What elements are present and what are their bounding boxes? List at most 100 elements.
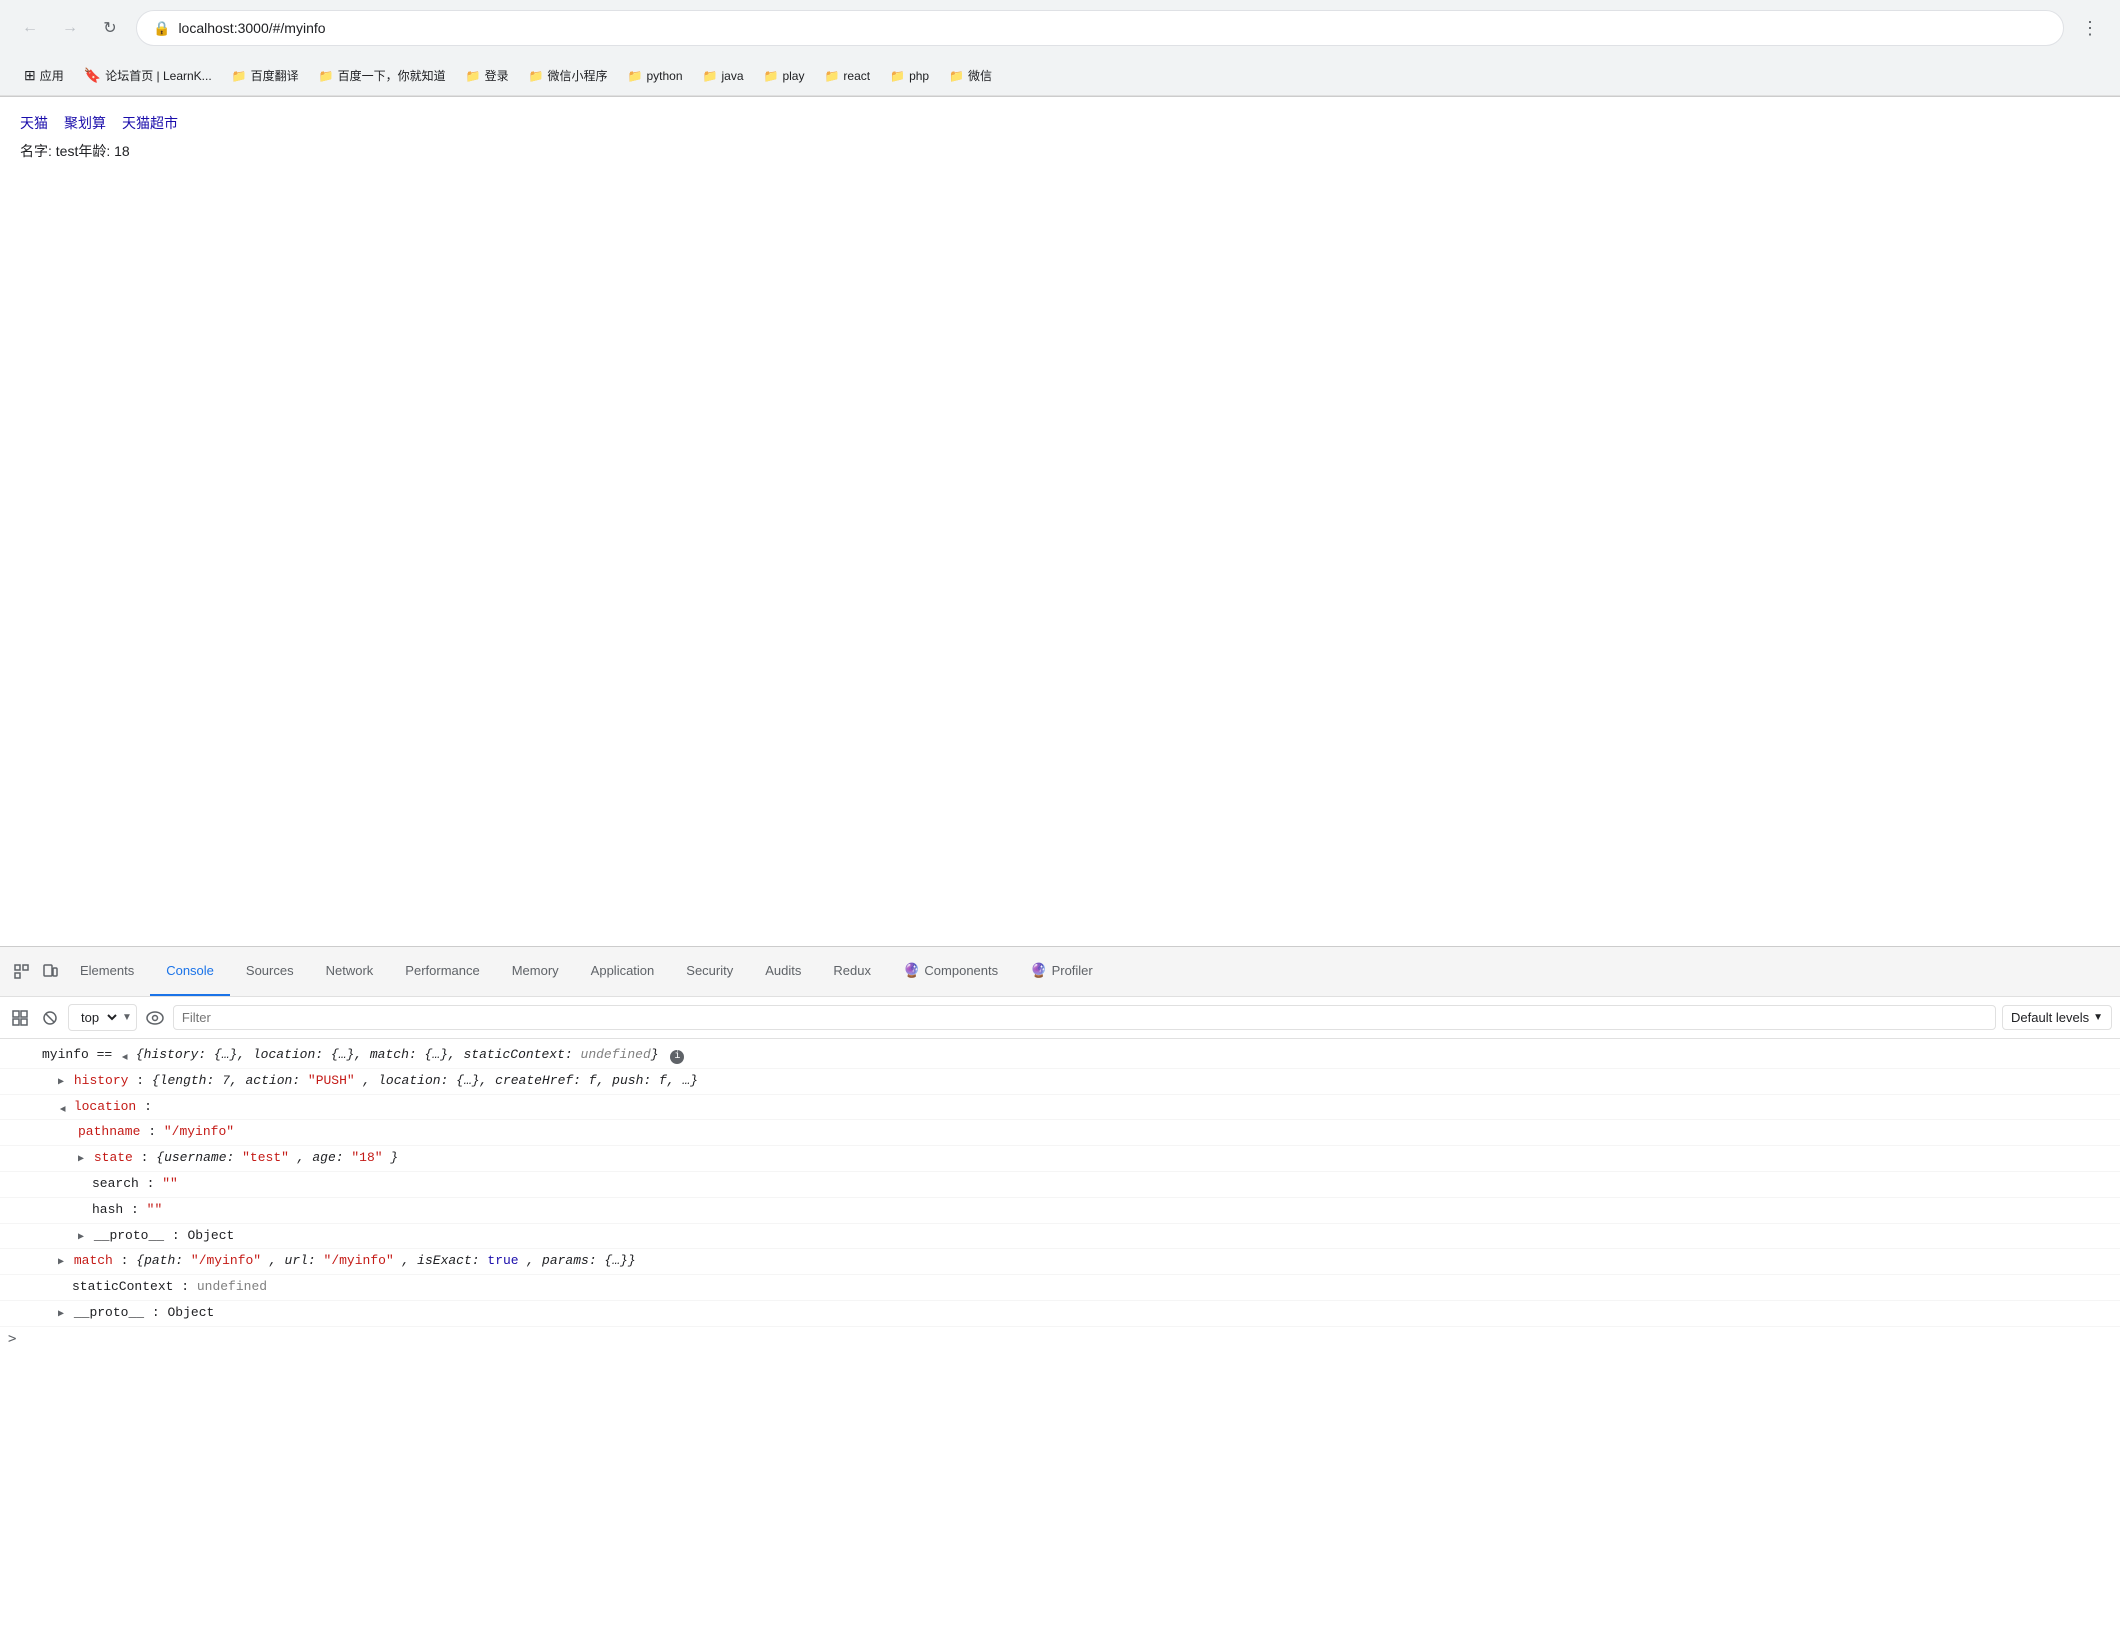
- menu-button[interactable]: ⋮: [2072, 10, 2108, 46]
- console-line-state: ▶ state : {username: "test" , age: "18" …: [0, 1146, 2120, 1172]
- bookmark-translate[interactable]: 📁 百度翻译: [224, 64, 307, 87]
- static-colon: :: [181, 1279, 197, 1294]
- tab-redux[interactable]: Redux: [817, 947, 887, 996]
- triangle-state[interactable]: ▶: [78, 1152, 84, 1168]
- devtools-device-icon[interactable]: [36, 958, 64, 986]
- pathname-key: pathname: [78, 1124, 140, 1139]
- bookmark-php[interactable]: 📁 php: [882, 66, 937, 86]
- reload-button[interactable]: ↻: [92, 10, 128, 46]
- bookmark-java[interactable]: 📁 java: [695, 66, 752, 86]
- context-selector[interactable]: top ▼: [68, 1004, 137, 1031]
- triangle-myinfo[interactable]: ▼: [115, 1054, 131, 1060]
- tab-audits[interactable]: Audits: [749, 947, 817, 996]
- filter-input[interactable]: [173, 1005, 1996, 1030]
- tab-sources[interactable]: Sources: [230, 947, 310, 996]
- triangle-location[interactable]: ▼: [53, 1106, 69, 1112]
- bookmark-wechat[interactable]: 📁 微信: [941, 64, 1000, 87]
- devtools-select-icon[interactable]: [8, 958, 36, 986]
- tab-application-label: Application: [591, 963, 655, 978]
- bookmark-play-label: play: [782, 69, 804, 83]
- folder-icon-react: 📁: [824, 69, 839, 83]
- bookmark-baidu[interactable]: 📁 百度一下，你就知道: [311, 64, 454, 87]
- eye-button[interactable]: [143, 1006, 167, 1030]
- context-select-input[interactable]: top: [73, 1007, 120, 1028]
- url-input[interactable]: [178, 20, 2047, 36]
- tab-application[interactable]: Application: [575, 947, 671, 996]
- triangle-match[interactable]: ▶: [58, 1255, 64, 1271]
- state-username-val: "test": [242, 1150, 289, 1165]
- execute-button[interactable]: [8, 1006, 32, 1030]
- forum-icon: 🔖: [84, 67, 101, 84]
- tab-security[interactable]: Security: [670, 947, 749, 996]
- tab-profiler[interactable]: 🔮 Profiler: [1014, 947, 1109, 996]
- nav-buttons: ← → ↻: [12, 10, 128, 46]
- bookmark-wechat-label: 微信: [968, 67, 992, 84]
- bookmark-react[interactable]: 📁 react: [816, 66, 878, 86]
- forward-button[interactable]: →: [52, 10, 88, 46]
- static-key: staticContext: [58, 1279, 173, 1294]
- components-icon: 🔮: [903, 962, 920, 979]
- lock-icon: 🔒: [153, 20, 170, 37]
- state-colon: :: [141, 1150, 157, 1165]
- match-key: match: [74, 1253, 113, 1268]
- bookmark-forum[interactable]: 🔖 论坛首页 | LearnK...: [76, 64, 220, 87]
- tab-network[interactable]: Network: [310, 947, 390, 996]
- console-input[interactable]: [24, 1331, 2112, 1346]
- tab-elements[interactable]: Elements: [64, 947, 150, 996]
- bookmark-apps[interactable]: ⊞ 应用: [16, 64, 72, 87]
- link-tianmao[interactable]: 天猫: [20, 113, 48, 133]
- bookmark-play[interactable]: 📁 play: [756, 66, 813, 86]
- console-line-pathname: pathname : "/myinfo": [0, 1120, 2120, 1146]
- tab-audits-label: Audits: [765, 963, 801, 978]
- bookmark-python-label: python: [647, 69, 683, 83]
- triangle-history[interactable]: ▶: [58, 1075, 64, 1091]
- devtools-tabs: Elements Console Sources Network Perform…: [0, 947, 2120, 997]
- console-line-static: staticContext : undefined: [0, 1275, 2120, 1301]
- hash-value: "": [147, 1202, 163, 1217]
- console-content-hash: hash : "": [78, 1200, 2112, 1221]
- apps-label: 应用: [40, 67, 64, 84]
- tab-components[interactable]: 🔮 Components: [887, 947, 1014, 996]
- state-value: {username:: [156, 1150, 242, 1165]
- console-content-match: ▶ match : {path: "/myinfo" , url: "/myin…: [58, 1251, 2112, 1272]
- proto1-colon: :: [172, 1228, 188, 1243]
- tab-performance[interactable]: Performance: [389, 947, 495, 996]
- match-value: {path:: [136, 1253, 191, 1268]
- tab-network-label: Network: [326, 963, 374, 978]
- levels-select[interactable]: Default levels ▼: [2002, 1005, 2112, 1030]
- info-icon[interactable]: i: [670, 1050, 684, 1064]
- triangle-proto1[interactable]: ▶: [78, 1230, 84, 1246]
- triangle-proto2[interactable]: ▶: [58, 1307, 64, 1323]
- folder-icon-login: 📁: [466, 69, 481, 83]
- location-colon: :: [144, 1099, 152, 1114]
- levels-chevron-icon: ▼: [2093, 1012, 2103, 1023]
- history-key: history: [74, 1073, 129, 1088]
- console-content-myinfo: myinfo == ▼ {history: {…}, location: {…}…: [42, 1045, 2112, 1066]
- bookmark-wechat-mini[interactable]: 📁 微信小程序: [521, 64, 616, 87]
- tab-memory[interactable]: Memory: [496, 947, 575, 996]
- static-value: undefined: [197, 1279, 267, 1294]
- link-tianmao-super[interactable]: 天猫超市: [122, 113, 178, 133]
- back-button[interactable]: ←: [12, 10, 48, 46]
- match-url: , url:: [269, 1253, 324, 1268]
- apps-icon: ⊞: [24, 67, 36, 84]
- bookmark-translate-label: 百度翻译: [251, 67, 299, 84]
- bookmark-python[interactable]: 📁 python: [620, 66, 691, 86]
- console-toolbar: top ▼ Default levels ▼: [0, 997, 2120, 1039]
- match-path-val: "/myinfo": [191, 1253, 261, 1268]
- proto2-value: Object: [167, 1305, 214, 1320]
- console-line-proto2: ▶ __proto__ : Object: [0, 1301, 2120, 1327]
- address-bar[interactable]: 🔒: [136, 10, 2064, 46]
- state-end: }: [390, 1150, 398, 1165]
- console-myinfo-object: {history: {…}, location: {…}, match: {…}…: [136, 1047, 659, 1062]
- link-juhuasuan[interactable]: 聚划算: [64, 113, 106, 133]
- console-content-proto2: ▶ __proto__ : Object: [58, 1303, 2112, 1324]
- clear-button[interactable]: [38, 1006, 62, 1030]
- chevron-down-icon: ▼: [122, 1012, 132, 1023]
- tab-console[interactable]: Console: [150, 947, 230, 996]
- bookmark-login[interactable]: 📁 登录: [458, 64, 517, 87]
- console-content-search: search : "": [78, 1174, 2112, 1195]
- console-line-search: search : "": [0, 1172, 2120, 1198]
- hash-colon: :: [131, 1202, 147, 1217]
- tab-memory-label: Memory: [512, 963, 559, 978]
